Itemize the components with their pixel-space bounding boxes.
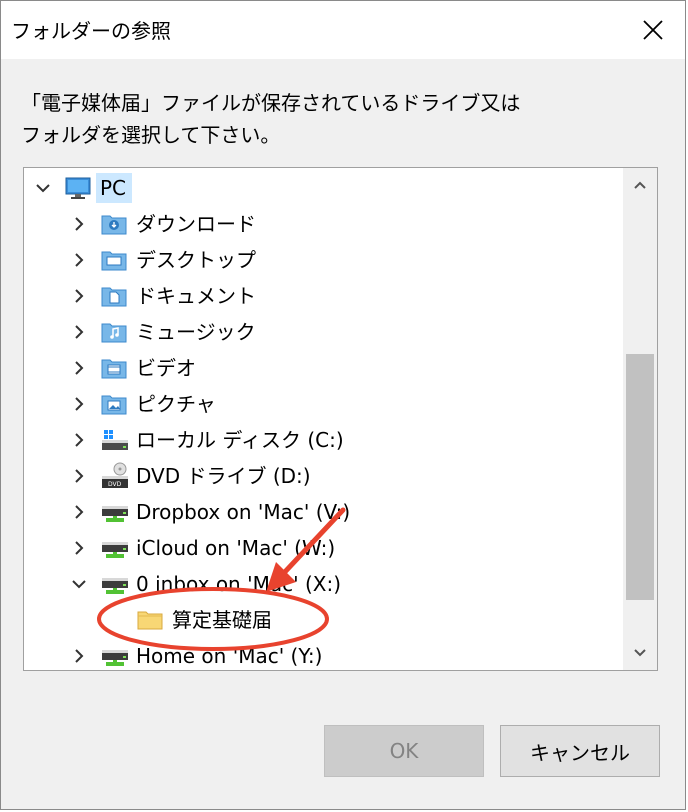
chevron-right-icon[interactable] — [70, 251, 88, 269]
network-drive-icon — [102, 506, 128, 522]
tree-item-inbox-x[interactable]: 0 inbox on 'Mac' (X:) — [24, 566, 624, 602]
tree-item-downloads[interactable]: ダウンロード — [24, 206, 624, 242]
music-folder-icon — [101, 323, 127, 343]
scroll-thumb[interactable] — [626, 354, 654, 600]
local-disk-icon — [102, 430, 128, 450]
documents-folder-icon — [101, 287, 127, 307]
tree-scrollbar[interactable] — [623, 168, 657, 670]
chevron-right-icon[interactable] — [70, 395, 88, 413]
tree-item-label: iCloud on 'Mac' (W:) — [136, 536, 336, 560]
chevron-right-icon[interactable] — [70, 323, 88, 341]
tree-item-label: 算定基礎届 — [172, 608, 272, 632]
chevron-up-icon — [634, 181, 646, 189]
tree-item-pictures[interactable]: ピクチャ — [24, 386, 624, 422]
tree-item-label: デスクトップ — [136, 248, 256, 272]
chevron-down-icon[interactable] — [34, 179, 52, 197]
tree-item-label: ミュージック — [136, 320, 256, 344]
tree-item-icloud-w[interactable]: iCloud on 'Mac' (W:) — [24, 530, 624, 566]
tree-item-label: ビデオ — [136, 356, 196, 380]
downloads-folder-icon — [101, 215, 127, 235]
tree-item-pc[interactable]: PC — [24, 170, 624, 206]
chevron-down-icon — [634, 649, 646, 657]
network-drive-icon — [102, 578, 128, 594]
instruction-line-2: フォルダを選択して下さい。 — [21, 123, 281, 147]
tree-item-santei-kiso-todoke[interactable]: 算定基礎届 — [24, 602, 624, 638]
tree-item-dvd-drive-d[interactable]: DVD DVD ドライブ (D:) — [24, 458, 624, 494]
cancel-button[interactable]: キャンセル — [500, 725, 660, 777]
chevron-right-icon[interactable] — [70, 503, 88, 521]
desktop-folder-icon — [101, 251, 127, 271]
tree-item-label: ダウンロード — [136, 212, 256, 236]
title-bar: フォルダーの参照 — [1, 1, 685, 59]
tree-item-label: PC — [96, 173, 133, 203]
network-drive-icon — [102, 542, 128, 558]
tree-item-documents[interactable]: ドキュメント — [24, 278, 624, 314]
chevron-right-icon[interactable] — [70, 215, 88, 233]
tree-item-dropbox-v[interactable]: Dropbox on 'Mac' (V:) — [24, 494, 624, 530]
folder-icon — [137, 611, 163, 630]
tree-item-label: ドキュメント — [136, 284, 256, 308]
tree-item-label: Dropbox on 'Mac' (V:) — [136, 500, 351, 524]
tree-item-label: Home on 'Mac' (Y:) — [136, 644, 323, 668]
chevron-right-icon[interactable] — [70, 539, 88, 557]
folder-tree[interactable]: PC ダウンロード デスクトップ ドキュメント ミュージック ビデオ ピクチャ … — [23, 167, 658, 671]
tree-item-videos[interactable]: ビデオ — [24, 350, 624, 386]
tree-item-home-y[interactable]: Home on 'Mac' (Y:) — [24, 638, 624, 670]
window-title: フォルダーの参照 — [11, 19, 171, 43]
instruction-line-1: 「電子媒体届」ファイルが保存されているドライブ又は — [21, 91, 521, 115]
videos-folder-icon — [101, 359, 127, 379]
chevron-right-icon[interactable] — [70, 287, 88, 305]
ok-button[interactable]: OK — [324, 725, 484, 777]
chevron-right-icon[interactable] — [70, 359, 88, 377]
tree-item-label: DVD ドライブ (D:) — [136, 464, 311, 488]
chevron-down-icon[interactable] — [70, 575, 88, 593]
chevron-right-icon[interactable] — [70, 647, 88, 665]
tree-item-local-disk-c[interactable]: ローカル ディスク (C:) — [24, 422, 624, 458]
tree-item-music[interactable]: ミュージック — [24, 314, 624, 350]
tree-item-label: ピクチャ — [136, 392, 216, 416]
close-button[interactable] — [621, 1, 685, 59]
dvd-drive-icon: DVD — [102, 462, 128, 488]
svg-text:DVD: DVD — [108, 481, 122, 488]
network-drive-icon — [102, 650, 128, 666]
pictures-folder-icon — [101, 395, 127, 415]
folder-browse-dialog: フォルダーの参照 「電子媒体届」ファイルが保存されているドライブ又は フォルダを… — [0, 0, 686, 810]
tree-item-desktop[interactable]: デスクトップ — [24, 242, 624, 278]
tree-item-label: 0 inbox on 'Mac' (X:) — [136, 572, 341, 596]
pc-icon — [65, 177, 91, 199]
scroll-down-button[interactable] — [623, 636, 657, 670]
chevron-right-icon[interactable] — [70, 467, 88, 485]
close-icon — [643, 20, 663, 40]
chevron-right-icon[interactable] — [70, 431, 88, 449]
tree-item-label: ローカル ディスク (C:) — [136, 428, 344, 452]
instruction-text: 「電子媒体届」ファイルが保存されているドライブ又は フォルダを選択して下さい。 — [21, 87, 661, 151]
scroll-up-button[interactable] — [623, 168, 657, 202]
